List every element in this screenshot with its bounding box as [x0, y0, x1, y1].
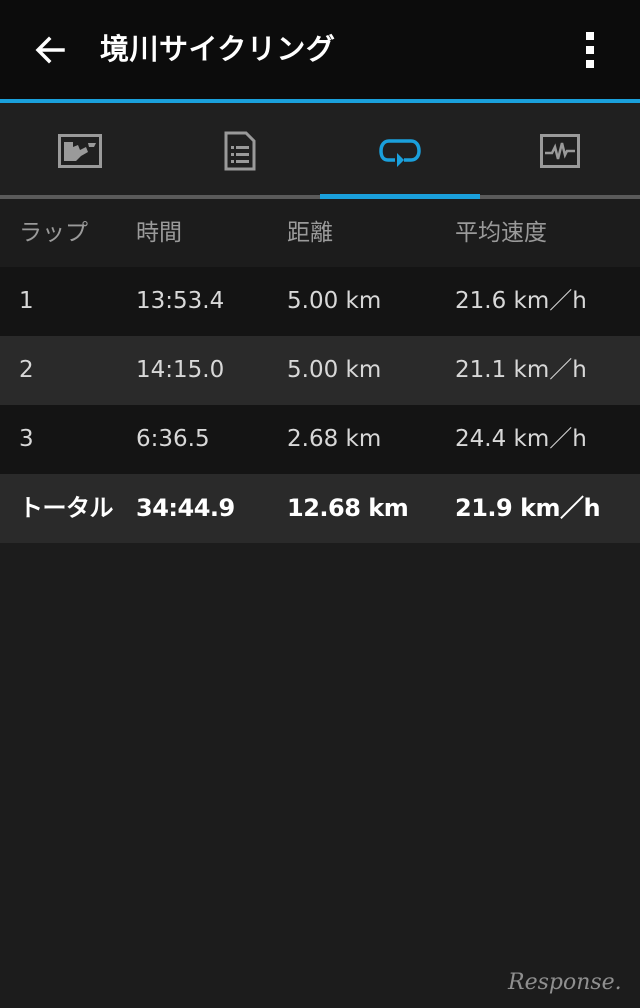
lap-number: 3: [19, 426, 34, 452]
lap-table: ラップ 時間 距離 平均速度 1 13:53.4 5.00 km 21.6 km…: [0, 199, 640, 543]
table-header: ラップ 時間 距離 平均速度: [0, 199, 640, 267]
total-row: トータル 34:44.9 12.68 km 21.9 km／h: [0, 474, 640, 543]
total-label: トータル: [19, 494, 114, 522]
more-vert-icon: [586, 32, 594, 68]
lap-avg-speed: 21.1 km／h: [455, 357, 587, 383]
lap-number: 2: [19, 357, 34, 383]
lap-time: 14:15.0: [136, 357, 225, 383]
lap-avg-speed: 21.6 km／h: [455, 288, 587, 314]
table-row[interactable]: 2 14:15.0 5.00 km 21.1 km／h: [0, 336, 640, 405]
tab-laps[interactable]: [320, 103, 480, 199]
lap-time: 13:53.4: [136, 288, 225, 314]
arrow-left-icon: [35, 36, 65, 64]
tab-bar: [0, 103, 640, 199]
tab-map[interactable]: [0, 103, 160, 199]
header-time: 時間: [136, 220, 182, 246]
lap-time: 6:36.5: [136, 426, 210, 452]
map-icon: [58, 134, 102, 168]
back-button[interactable]: [22, 22, 78, 78]
header-lap: ラップ: [19, 220, 88, 246]
total-distance: 12.68 km: [287, 494, 409, 522]
page-title: 境川サイクリング: [100, 32, 336, 66]
document-list-icon: [224, 131, 256, 171]
lap-distance: 2.68 km: [287, 426, 382, 452]
watermark: Response.: [508, 970, 622, 995]
lap-number: 1: [19, 288, 34, 314]
overflow-menu-button[interactable]: [566, 22, 614, 78]
tab-details[interactable]: [160, 103, 320, 199]
tab-chart[interactable]: [480, 103, 640, 199]
table-row[interactable]: 3 6:36.5 2.68 km 24.4 km／h: [0, 405, 640, 474]
table-row[interactable]: 1 13:53.4 5.00 km 21.6 km／h: [0, 267, 640, 336]
header-avg-speed: 平均速度: [455, 220, 547, 246]
lap-distance: 5.00 km: [287, 288, 382, 314]
total-avg-speed: 21.9 km／h: [455, 494, 601, 522]
app-bar: 境川サイクリング: [0, 0, 640, 100]
lap-avg-speed: 24.4 km／h: [455, 426, 587, 452]
lap-loop-icon: [379, 139, 421, 167]
total-time: 34:44.9: [136, 494, 235, 522]
lap-distance: 5.00 km: [287, 357, 382, 383]
header-distance: 距離: [287, 220, 333, 246]
activity-chart-icon: [540, 134, 580, 168]
